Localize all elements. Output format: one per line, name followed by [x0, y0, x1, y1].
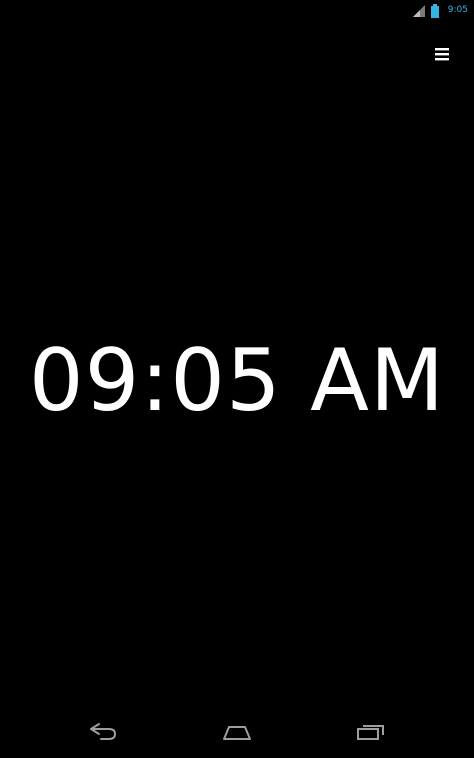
- home-button[interactable]: [215, 716, 259, 752]
- home-icon: [221, 722, 253, 746]
- recent-apps-button[interactable]: [349, 716, 393, 752]
- back-button[interactable]: [81, 716, 125, 752]
- clock-area: 09:05 AM: [0, 0, 474, 758]
- back-icon: [87, 722, 119, 746]
- recent-apps-icon: [355, 722, 387, 746]
- clock-time: 09:05 AM: [28, 331, 446, 431]
- navigation-bar: [0, 710, 474, 758]
